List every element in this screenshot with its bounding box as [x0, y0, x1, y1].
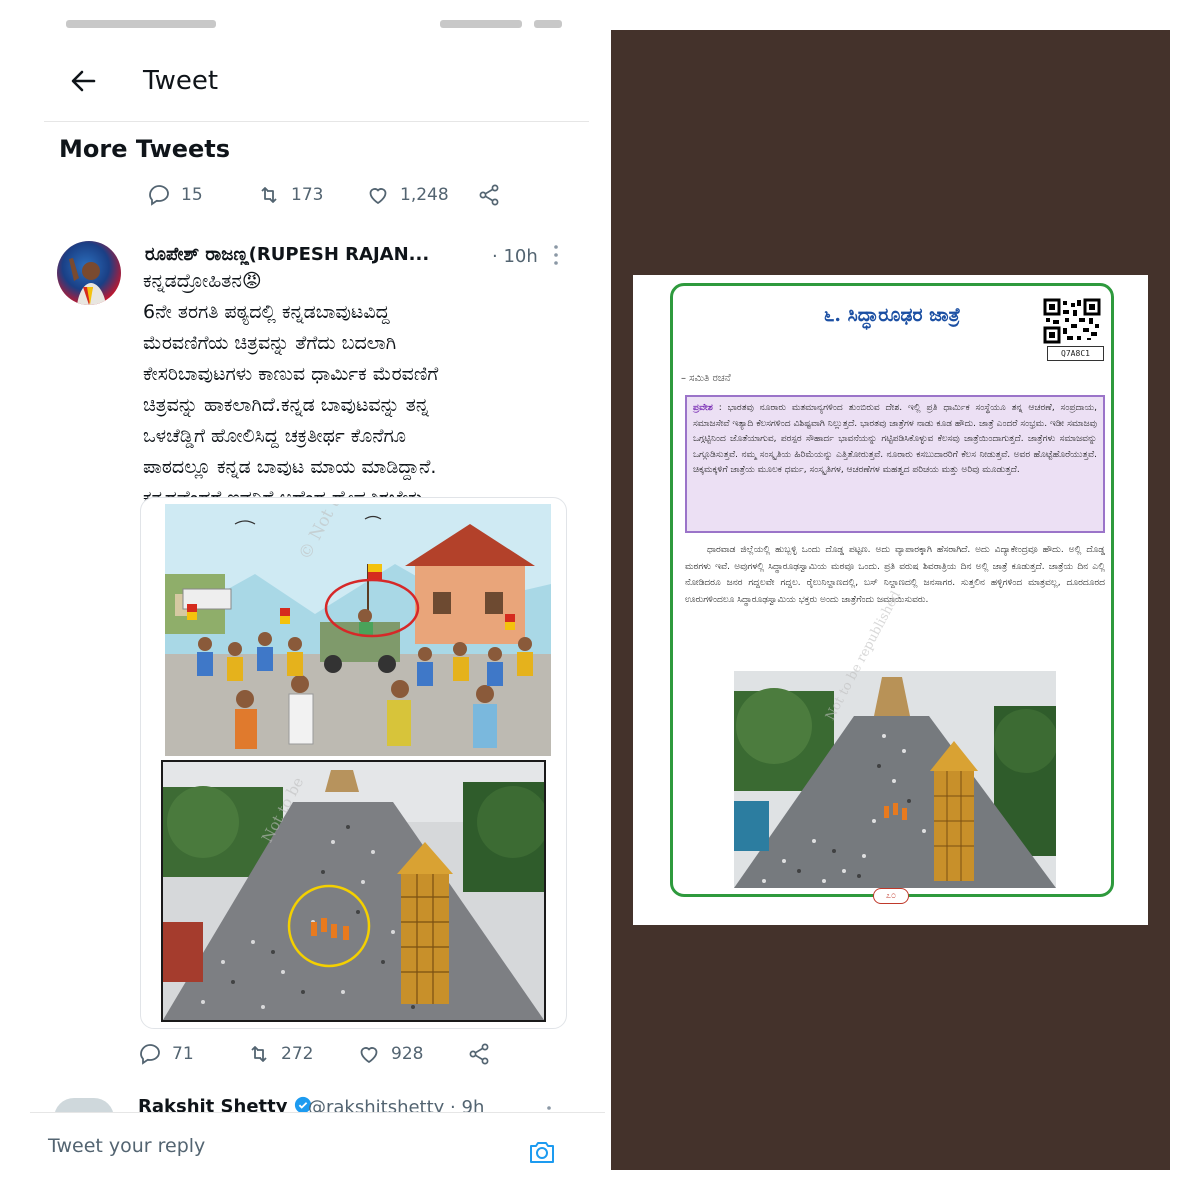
tweet-line: ಕನ್ನಡದ್ರೋಹಿತನ😡 — [143, 270, 262, 292]
like-count: 1,248 — [400, 185, 449, 205]
header-divider — [44, 121, 589, 122]
byline: – ಸಮಿತಿ ರಚನೆ — [681, 373, 731, 384]
tweet-line: ಮೆರವಣಿಗೆಯ ಚಿತ್ರವನ್ನು ತೆಗೆದು ಬದಲಾಗಿ — [143, 332, 397, 354]
more-icon[interactable] — [552, 244, 560, 266]
textbook-page: ೬. ಸಿದ್ಧಾರೂಢರ ಜಾತ್ರೆ Q7A8C1 – ಸಮಿತಿ ರಚನೆ… — [633, 275, 1148, 925]
share-icon — [479, 184, 499, 206]
tweet-line: ಕೇಸರಿಬಾವುಟಗಳು ಕಾಣುವ ಧಾರ್ಮಿಕ ಮೆರವಣಿಗೆ — [143, 363, 439, 385]
reply-count: 15 — [181, 185, 203, 205]
intro-box: ಪ್ರವೇಶ : ಭಾರತವು ನೂರಾರು ಮತಮಾನ್ಯಗಳಿಂದ ತುಂಬ… — [685, 395, 1105, 533]
status-bar — [30, 12, 605, 38]
retweet-count: 173 — [291, 185, 324, 205]
share-icon — [469, 1043, 489, 1065]
intro-text: : ಭಾರತವು ನೂರಾರು ಮತಮಾನ್ಯಗಳಿಂದ ತುಂಬಿರುವ ದೇ… — [693, 403, 1097, 475]
retweet-icon — [251, 1046, 267, 1062]
tweet-media[interactable]: © Not to be r — [140, 497, 567, 1029]
share-button[interactable] — [467, 1042, 491, 1066]
prev-tweet-actions: 15 173 1,248 — [30, 183, 605, 213]
reply-composer[interactable]: Tweet your reply — [30, 1113, 605, 1200]
more-tweets-heading: More Tweets — [59, 135, 231, 163]
reply-count: 71 — [172, 1044, 194, 1064]
intro-label: ಪ್ರವೇಶ — [693, 403, 713, 413]
tweet-author-name[interactable]: ರೂಪೇಶ್ ರಾಜಣ್ಣ(RUPESH RAJAN... — [145, 244, 485, 265]
tweet-line: 6ನೇ ತರಗತಿ ಪಠ್ಯದಲ್ಲಿ ಕನ್ನಡಬಾವುಟವಿದ್ದ — [143, 301, 390, 323]
page-number: ೭೦ — [873, 888, 909, 904]
tweet-text: ಕನ್ನಡದ್ರೋಹಿತನ😡 6ನೇ ತರಗತಿ ಪಠ್ಯದಲ್ಲಿ ಕನ್ನಡ… — [143, 266, 583, 514]
reply-button[interactable]: 15 — [147, 183, 203, 207]
procession-photo: Not to be — [161, 760, 546, 1022]
reply-icon — [140, 1044, 160, 1065]
like-button[interactable]: 1,248 — [366, 183, 449, 207]
reply-button[interactable]: 71 — [138, 1042, 194, 1066]
like-icon — [369, 188, 387, 205]
tweet-actions: 71 272 928 — [30, 1042, 605, 1072]
avatar[interactable] — [57, 241, 121, 305]
like-icon — [360, 1047, 378, 1064]
share-button[interactable] — [477, 183, 501, 207]
like-count: 928 — [391, 1044, 424, 1064]
header-title: Tweet — [143, 66, 219, 96]
textbook-screenshot: ೬. ಸಿದ್ಧಾರೂಢರ ಜಾತ್ರೆ Q7A8C1 – ಸಮಿತಿ ರಚನೆ… — [611, 30, 1170, 1170]
procession-illustration: © Not to be r — [165, 504, 551, 756]
retweet-button[interactable]: 173 — [257, 183, 323, 207]
retweet-count: 272 — [281, 1044, 314, 1064]
retweet-icon — [261, 187, 277, 203]
back-arrow-icon[interactable] — [68, 66, 98, 96]
page-frame: ೬. ಸಿದ್ಧಾರೂಢರ ಜಾತ್ರೆ Q7A8C1 – ಸಮಿತಿ ರಚನೆ… — [670, 283, 1114, 904]
tweet-line: ಒಳಚೆಡ್ಡಿಗೆ ಹೋಲಿಸಿದ್ದ ಚಕ್ರತೀರ್ಥ ಕೊನೆಗೂ — [143, 425, 406, 447]
tweet-timestamp: · 10h — [492, 246, 538, 267]
retweet-button[interactable]: 272 — [247, 1042, 313, 1066]
tweet-screenshot: Tweet More Tweets 15 173 1,248 ರೂಪೇಶ್ ರಾ… — [30, 0, 605, 1200]
tweet-line: ಪಾಠದಲ್ಲೂ ಕನ್ನಡ ಬಾವುಟ ಮಾಯ ಮಾಡಿದ್ದಾನೆ. — [143, 456, 437, 478]
camera-icon[interactable] — [527, 1137, 557, 1167]
like-button[interactable]: 928 — [357, 1042, 423, 1066]
qr-code-label: Q7A8C1 — [1047, 346, 1104, 361]
reply-input[interactable]: Tweet your reply — [48, 1135, 205, 1157]
tweet-line: ಚಿತ್ರವನ್ನು ಹಾಕಲಾಗಿದೆ.ಕನ್ನಡ ಬಾವುಟವನ್ನು ತನ… — [143, 394, 429, 416]
rath-procession-photo — [734, 671, 1056, 888]
reply-icon — [149, 185, 169, 206]
